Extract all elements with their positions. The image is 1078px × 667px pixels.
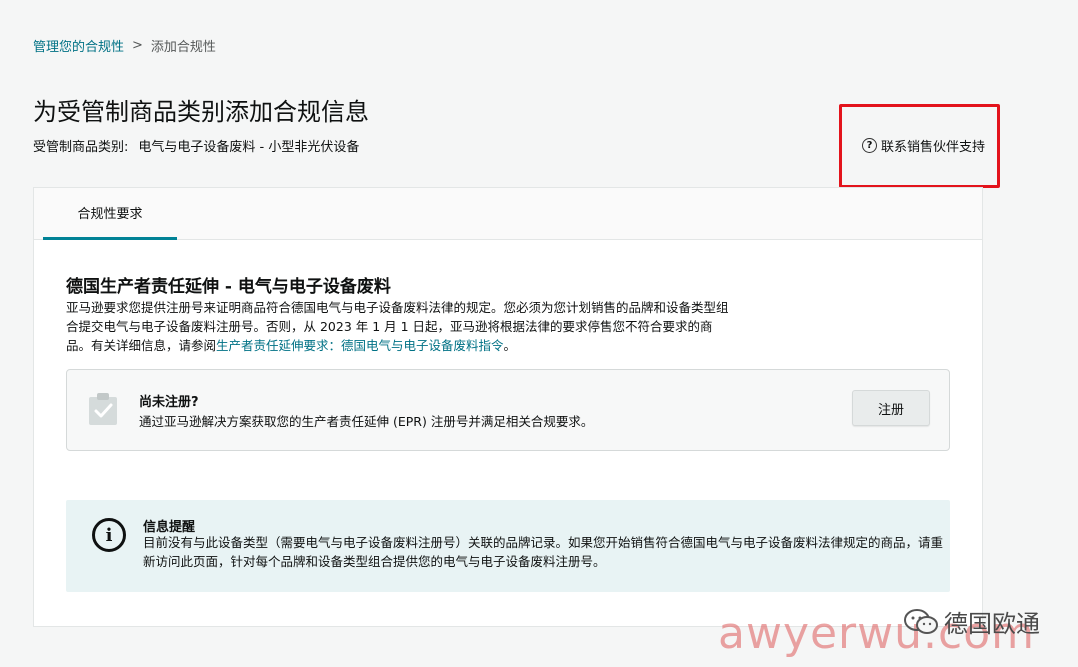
- breadcrumb: 管理您的合规性 > 添加合规性: [33, 36, 216, 55]
- category-line: 受管制商品类别: 电气与电子设备废料 - 小型非光伏设备: [33, 136, 359, 155]
- clipboard-check-icon: [89, 393, 117, 425]
- wechat-icon: [904, 608, 938, 634]
- watermark-wechat: 德国欧通: [904, 604, 1040, 639]
- tab-bar: 合规性要求: [34, 188, 982, 240]
- breadcrumb-link-manage-compliance[interactable]: 管理您的合规性: [33, 36, 124, 55]
- watermark-name: 德国欧通: [944, 610, 1040, 638]
- not-registered-description: 通过亚马逊解决方案获取您的生产者责任延伸 (EPR) 注册号并满足相关合规要求。: [139, 414, 594, 429]
- info-alert: i 信息提醒 目前没有与此设备类型（需要电气与电子设备废料注册号）关联的品牌记录…: [66, 500, 950, 592]
- contact-support-label: 联系销售伙伴支持: [881, 140, 986, 155]
- breadcrumb-current: 添加合规性: [150, 40, 216, 55]
- category-label: 受管制商品类别:: [33, 140, 129, 155]
- page-title: 为受管制商品类别添加合规信息: [33, 98, 369, 126]
- question-circle-icon: ?: [862, 138, 877, 153]
- chevron-right-icon: >: [132, 38, 143, 53]
- info-icon: i: [92, 518, 126, 552]
- register-button[interactable]: 注册: [852, 390, 930, 426]
- tab-compliance-requirements[interactable]: 合规性要求: [43, 188, 177, 240]
- not-registered-panel: 尚未注册? 通过亚马逊解决方案获取您的生产者责任延伸 (EPR) 注册号并满足相…: [66, 369, 950, 451]
- info-alert-description: 目前没有与此设备类型（需要电气与电子设备废料注册号）关联的品牌记录。如果您开始销…: [143, 535, 944, 569]
- compliance-card: 合规性要求 德国生产者责任延伸 - 电气与电子设备废料 亚马逊要求您提供注册号来…: [33, 187, 983, 627]
- desc-text-2: 。: [503, 338, 517, 353]
- weee-directive-link[interactable]: 生产者责任延伸要求：德国电气与电子设备废料指令: [216, 338, 504, 353]
- section-title: 德国生产者责任延伸 - 电气与电子设备废料: [66, 277, 391, 297]
- section-description: 亚马逊要求您提供注册号来证明商品符合德国电气与电子设备废料法律的规定。您必须为您…: [66, 298, 736, 355]
- contact-support-link[interactable]: ? 联系销售伙伴支持: [862, 136, 985, 155]
- category-value: 电气与电子设备废料 - 小型非光伏设备: [138, 140, 360, 155]
- not-registered-title: 尚未注册?: [139, 395, 199, 410]
